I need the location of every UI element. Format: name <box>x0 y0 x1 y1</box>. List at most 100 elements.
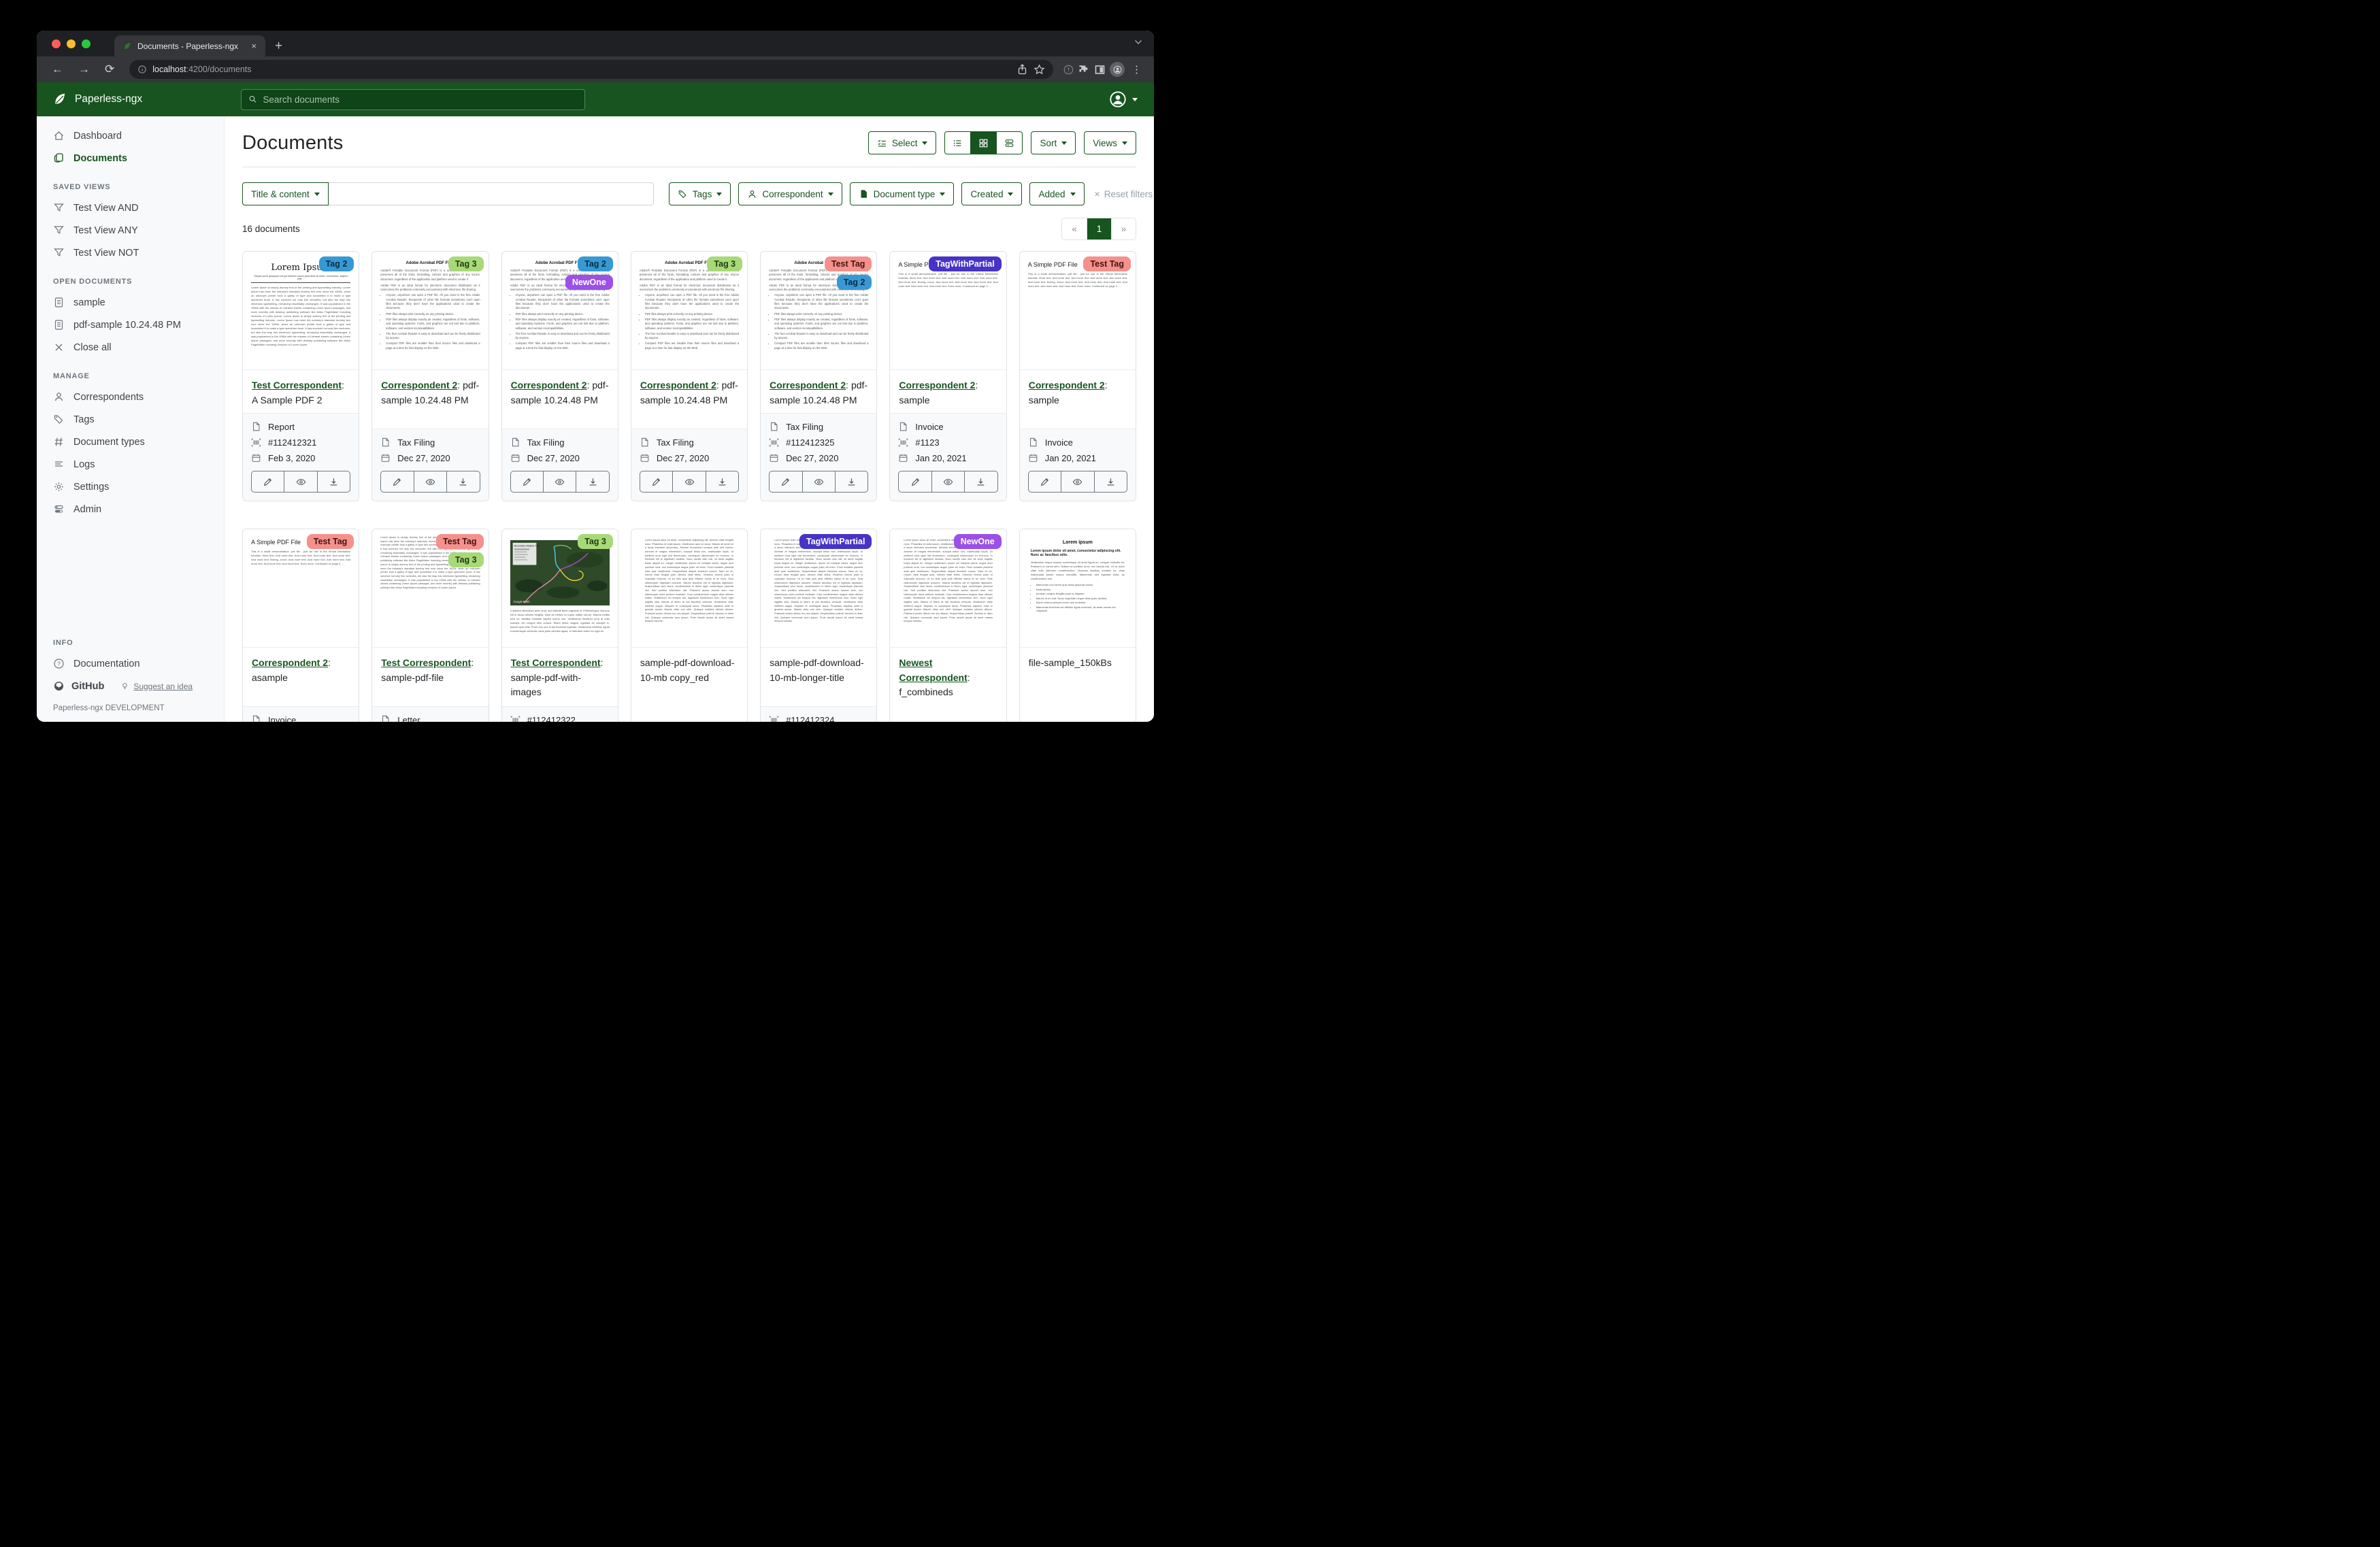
document-card[interactable]: Adobe Acrobat PDF Files Adobe® Portable … <box>631 251 748 501</box>
document-type-row[interactable]: Tax Filing <box>380 435 480 450</box>
tag-badge[interactable]: Test Tag <box>1083 256 1131 271</box>
tag-badge[interactable]: NewOne <box>954 534 1002 549</box>
tag-badge[interactable]: Test Tag <box>307 534 354 549</box>
preview-button[interactable] <box>414 471 446 492</box>
correspondent-link[interactable]: Correspondent 2 <box>770 380 846 390</box>
document-card[interactable]: A Simple PDF File This is a small demons… <box>889 251 1006 501</box>
preview-button[interactable] <box>931 471 964 492</box>
preview-button[interactable] <box>802 471 835 492</box>
url-bar[interactable]: localhost:4200/documents <box>129 60 1053 79</box>
edit-button[interactable] <box>252 471 284 492</box>
document-card[interactable]: Lorem ipsum dolor sit amet, consectetur … <box>760 529 877 722</box>
edit-button[interactable] <box>511 471 543 492</box>
pagination-prev-button[interactable]: « <box>1062 218 1087 239</box>
search-input[interactable] <box>263 95 578 105</box>
correspondent-link[interactable]: Correspondent 2 <box>1029 380 1105 390</box>
tag-badge[interactable]: Tag 3 <box>448 256 484 271</box>
tag-badge[interactable]: Test Tag <box>825 256 872 271</box>
correspondent-link[interactable]: Test Correspondent <box>252 380 342 390</box>
user-menu[interactable] <box>1109 90 1154 108</box>
document-type-row[interactable]: Invoice <box>1028 435 1127 450</box>
download-button[interactable] <box>706 471 738 492</box>
document-thumbnail[interactable]: Lorem Ipsum "Neque porro quisquam est qu… <box>243 252 359 370</box>
browser-tab[interactable]: Documents - Paperless-ngx × <box>114 35 265 56</box>
document-card[interactable]: Lorem ipsum dolor sit amet, consectetur … <box>889 529 1006 722</box>
tag-badge[interactable]: Tag 2 <box>578 256 613 271</box>
document-thumbnail[interactable]: Adobe Acrobat PDF Files Adobe® Portable … <box>502 252 618 370</box>
share-icon[interactable] <box>1017 64 1028 76</box>
document-type-row[interactable]: Tax Filing <box>769 419 868 435</box>
download-button[interactable] <box>446 471 479 492</box>
document-card[interactable]: Lorem ipsum dolor sit amet, consectetur … <box>631 529 748 722</box>
correspondent-link[interactable]: Test Correspondent <box>381 657 471 668</box>
correspondent-link[interactable]: Correspondent 2 <box>899 380 975 390</box>
select-dropdown-button[interactable]: Select <box>868 131 937 154</box>
tag-badge[interactable]: Tag 3 <box>448 552 484 567</box>
correspondent-link[interactable]: Correspondent 2 <box>640 380 716 390</box>
views-dropdown-button[interactable]: Views <box>1084 131 1136 154</box>
sidebar-item-open-doc-sample[interactable]: sample <box>37 291 224 314</box>
tag-badge[interactable]: Test Tag <box>436 534 484 549</box>
tab-close-icon[interactable]: × <box>249 41 259 51</box>
sidebar-item-saved-view-and[interactable]: Test View AND <box>37 197 224 219</box>
browser-menu-kebab-icon[interactable]: ⋮ <box>1129 63 1144 76</box>
document-card[interactable]: A Simple PDF File This is a small demons… <box>1019 251 1136 501</box>
document-type-row[interactable]: Letter <box>380 712 480 722</box>
preview-button[interactable] <box>284 471 316 492</box>
document-thumbnail[interactable]: Lorem Ipsum is simply dummy text of the … <box>372 529 488 648</box>
correspondent-link[interactable]: Correspondent 2 <box>511 380 587 390</box>
user-avatar-icon[interactable] <box>1109 90 1127 108</box>
reset-filters-button[interactable]: × Reset filters <box>1095 188 1153 199</box>
back-button[interactable]: ← <box>46 63 69 76</box>
correspondent-link[interactable]: Correspondent 2 <box>252 657 328 668</box>
pagination-next-button[interactable]: » <box>1111 218 1136 239</box>
created-filter-button[interactable]: Created <box>961 182 1022 205</box>
global-search[interactable] <box>241 89 585 110</box>
download-button[interactable] <box>964 471 997 492</box>
bookmark-star-icon[interactable] <box>1034 64 1045 76</box>
preview-button[interactable] <box>543 471 576 492</box>
document-type-row[interactable]: Invoice <box>251 712 350 722</box>
minimize-window-button[interactable] <box>67 39 76 48</box>
document-card[interactable]: Lorem Ipsum "Neque porro quisquam est qu… <box>242 251 359 501</box>
grid-view-button[interactable] <box>971 131 997 154</box>
title-content-dropdown-button[interactable]: Title & content <box>242 182 329 205</box>
preview-button[interactable] <box>672 471 705 492</box>
added-filter-button[interactable]: Added <box>1029 182 1084 205</box>
document-thumbnail[interactable]: Boundary Waters Trip Google Earth Curabi… <box>502 529 618 648</box>
sidepanel-icon[interactable] <box>1094 64 1106 76</box>
maximize-window-button[interactable] <box>82 39 90 48</box>
filter-query-input[interactable] <box>329 182 654 205</box>
document-card[interactable]: Boundary Waters Trip Google Earth Curabi… <box>501 529 618 722</box>
forward-button[interactable]: → <box>73 63 95 76</box>
sidebar-item-tags[interactable]: Tags <box>37 408 224 431</box>
document-thumbnail[interactable]: Lorem ipsum dolor sit amet, consectetur … <box>631 529 747 648</box>
document-thumbnail[interactable]: Lorem ipsum dolor sit amet, consectetur … <box>761 529 876 648</box>
preview-button[interactable] <box>1061 471 1093 492</box>
edit-button[interactable] <box>381 471 413 492</box>
tab-search-chevron-icon[interactable] <box>1135 37 1142 44</box>
edit-button[interactable] <box>1029 471 1061 492</box>
document-thumbnail[interactable]: Lorem ipsum Lorem ipsum dolor sit amet, … <box>1020 529 1136 648</box>
correspondent-link[interactable]: Newest Correspondent <box>899 657 967 683</box>
sort-dropdown-button[interactable]: Sort <box>1031 131 1076 154</box>
extensions-puzzle-icon[interactable] <box>1078 64 1090 76</box>
document-thumbnail[interactable]: Adobe Acrobat PDF Files Adobe® Portable … <box>761 252 876 370</box>
sidebar-item-logs[interactable]: Logs <box>37 453 224 476</box>
sidebar-item-dashboard[interactable]: Dashboard <box>37 124 224 147</box>
document-card[interactable]: Adobe Acrobat PDF Files Adobe® Portable … <box>371 251 489 501</box>
sidebar-item-documentation[interactable]: Documentation <box>37 652 224 675</box>
document-type-filter-button[interactable]: Document type <box>850 182 955 205</box>
correspondent-link[interactable]: Correspondent 2 <box>381 380 457 390</box>
tag-badge[interactable]: Tag 2 <box>837 275 872 290</box>
download-button[interactable] <box>835 471 867 492</box>
tag-badge[interactable]: TagWithPartial <box>929 256 1001 271</box>
window-controls[interactable] <box>52 39 90 48</box>
document-type-row[interactable]: Tax Filing <box>510 435 610 450</box>
tag-badge[interactable]: TagWithPartial <box>799 534 872 549</box>
tag-badge[interactable]: Tag 3 <box>707 256 742 271</box>
password-manager-icon[interactable] <box>1063 64 1074 76</box>
tag-badge[interactable]: Tag 3 <box>578 534 613 549</box>
correspondent-filter-button[interactable]: Correspondent <box>738 182 842 205</box>
correspondent-link[interactable]: Test Correspondent <box>511 657 601 668</box>
